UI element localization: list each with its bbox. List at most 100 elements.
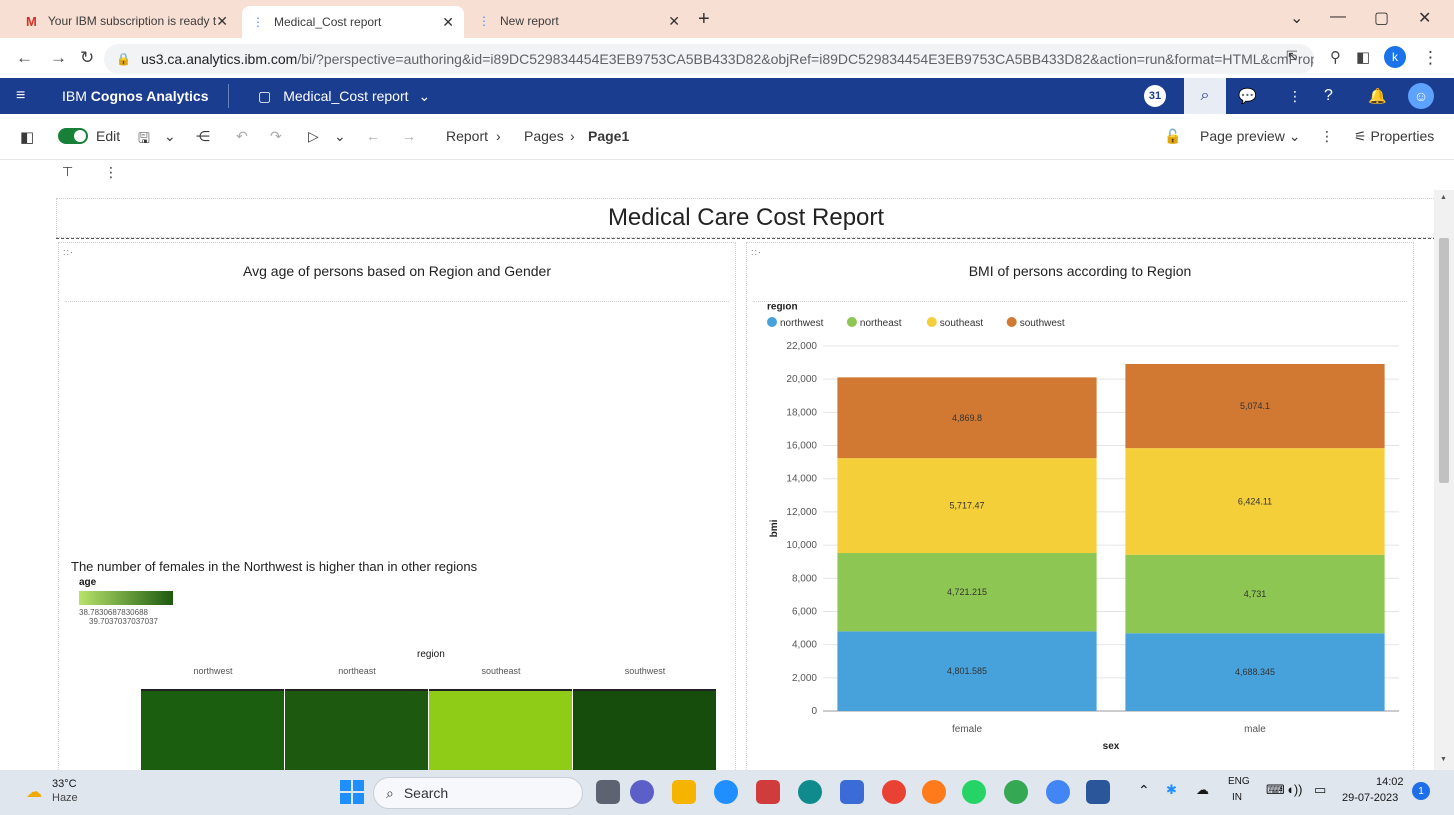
legend-min: 38.7830687830688 (79, 608, 148, 617)
filter-icon[interactable]: ⊤ (62, 164, 73, 180)
minimize-icon[interactable]: — (1330, 8, 1346, 26)
lock-icon[interactable]: 🔓 (1164, 128, 1181, 145)
report-switcher[interactable]: ▢ Medical_Cost report ⌄ (258, 78, 430, 114)
authoring-toolbar: ◧ Edit 🖫 ⌄ ⋲ ↶ ↷ ▷ ⌄ ← → Report › Pages … (0, 114, 1454, 160)
firefox-icon[interactable] (922, 780, 946, 804)
panel-toggle-icon[interactable]: ◧ (20, 128, 34, 146)
tab-new-report[interactable]: ⋮ New report ✕ (468, 6, 690, 36)
save-icon[interactable]: 🖫 (138, 128, 150, 152)
weather-temp: 33°C (52, 778, 77, 790)
word-icon[interactable] (1086, 780, 1110, 804)
sidebar-icon[interactable]: ◧ (1356, 48, 1370, 66)
secondary-toolbar: ⊤ ⋮ (0, 160, 1454, 190)
heatmap-cell[interactable] (141, 689, 284, 770)
heatmap-cell[interactable] (429, 689, 572, 770)
user-icon[interactable]: ☺ (1408, 83, 1434, 109)
language-top[interactable]: ENG (1228, 776, 1250, 787)
legend-label: northwest (780, 318, 824, 329)
chat-icon[interactable] (630, 780, 654, 804)
data-label: 4,731 (1244, 589, 1267, 599)
volume-icon[interactable]: ◖)) (1286, 782, 1303, 797)
tab-gmail[interactable]: M Your IBM subscription is ready to ✕ (16, 6, 238, 36)
redo-icon[interactable]: ↷ (270, 128, 282, 145)
brand-name: Cognos Analytics (90, 88, 209, 104)
y-tick-label: 16,000 (786, 441, 817, 452)
edit-label: Edit (96, 128, 121, 144)
close-icon[interactable]: ✕ (668, 13, 680, 30)
help-app-icon[interactable] (714, 780, 738, 804)
drag-handle-icon[interactable]: ::· (63, 247, 74, 257)
properties-button[interactable]: ⚟ Properties (1354, 128, 1434, 145)
close-icon[interactable]: ✕ (216, 13, 228, 30)
back-arrow-icon[interactable]: ← (366, 128, 380, 144)
comment-icon[interactable]: 💬 (1238, 78, 1257, 114)
network-icon[interactable]: ⌨ (1266, 782, 1285, 798)
url-field[interactable]: 🔒 us3.ca.analytics.ibm.com/bi/?perspecti… (104, 44, 1314, 74)
clock-time[interactable]: 14:02 (1376, 776, 1404, 788)
forward-arrow-icon[interactable]: → (402, 128, 416, 144)
notifications-count-badge[interactable]: 31 (1144, 78, 1166, 114)
forward-arrow-icon[interactable]: → (50, 48, 67, 68)
vertical-scrollbar[interactable]: ▲ ▼ (1434, 190, 1454, 770)
more-options-icon[interactable]: ⋮ (1288, 78, 1302, 114)
mcafee-icon[interactable] (756, 780, 780, 804)
edit-toggle[interactable] (58, 128, 88, 144)
scroll-down-icon[interactable]: ▼ (1440, 756, 1447, 763)
page-preview-dropdown[interactable]: Page preview ⌄ (1200, 128, 1300, 145)
share-icon[interactable]: ⇱ (1286, 48, 1298, 65)
sliders-icon: ⚟ (1354, 128, 1367, 144)
restore-icon[interactable]: ▢ (1374, 8, 1389, 28)
undo-icon[interactable]: ↶ (236, 128, 248, 145)
close-icon[interactable]: ✕ (442, 14, 454, 31)
drag-handle-icon[interactable]: ::· (751, 247, 762, 257)
search-icon[interactable]: ⌕ (1184, 78, 1226, 114)
new-tab-button[interactable]: + (698, 8, 710, 31)
more-options-icon[interactable]: ⋮ (1320, 128, 1334, 145)
battery-icon[interactable]: ▭ (1314, 782, 1326, 798)
gmail-icon: M (26, 14, 37, 29)
onedrive-icon[interactable]: ☁ (1196, 782, 1209, 798)
heatmap-cell[interactable] (285, 689, 428, 770)
hamburger-menu-icon[interactable]: ≡ (16, 78, 25, 114)
data-label: 4,801.585 (947, 666, 987, 676)
chrome-profile-icon[interactable] (1004, 780, 1028, 804)
reload-icon[interactable]: ↻ (80, 48, 94, 68)
edge-icon[interactable] (798, 780, 822, 804)
file-explorer-icon[interactable] (672, 780, 696, 804)
bmi-chart-panel[interactable]: ::· BMI of persons according to Region r… (746, 242, 1414, 770)
run-icon[interactable]: ▷ (308, 128, 319, 145)
breadcrumb-pages[interactable]: Pages (524, 128, 564, 144)
windows-start-icon[interactable] (340, 780, 364, 804)
cognos-icon: ⋮ (252, 15, 264, 29)
window-close-icon[interactable]: ✕ (1418, 8, 1431, 28)
chevron-down-icon[interactable]: ⌄ (1290, 8, 1303, 28)
store-icon[interactable] (840, 780, 864, 804)
y-tick-label: 6,000 (792, 606, 817, 617)
notification-badge[interactable]: 1 (1412, 782, 1430, 800)
profile-avatar[interactable]: k (1384, 46, 1406, 68)
browser-menu-icon[interactable]: ⋮ (1422, 48, 1439, 68)
whatsapp-icon[interactable] (962, 780, 986, 804)
breadcrumb-report[interactable]: Report (446, 128, 488, 144)
chevron-down-icon[interactable]: ⌄ (164, 128, 176, 145)
chevron-up-icon[interactable]: ⌃ (1138, 782, 1150, 799)
bell-icon[interactable]: 🔔 (1368, 78, 1387, 114)
help-icon[interactable]: ? (1324, 78, 1333, 114)
taskbar-search[interactable]: ⌕ Search (373, 777, 583, 809)
more-options-icon[interactable]: ⋮ (104, 164, 118, 181)
extensions-icon[interactable]: ⚲ (1330, 48, 1341, 66)
share-icon[interactable]: ⋲ (196, 128, 210, 145)
tab-medical-cost-report[interactable]: ⋮ Medical_Cost report ✕ (242, 6, 464, 38)
weather-icon[interactable]: ☁ (26, 782, 42, 802)
chrome-icon[interactable] (882, 780, 906, 804)
bluetooth-icon[interactable]: ✱ (1166, 782, 1177, 798)
heatmap-cell[interactable] (573, 689, 716, 770)
scroll-up-icon[interactable]: ▲ (1440, 194, 1447, 201)
chevron-down-icon[interactable]: ⌄ (334, 128, 346, 145)
back-arrow-icon[interactable]: ← (16, 48, 33, 68)
lock-icon: 🔒 (116, 52, 131, 66)
chrome-active-icon[interactable] (1046, 780, 1070, 804)
task-view-icon[interactable] (596, 780, 620, 804)
age-heatmap-panel[interactable]: ::· Avg age of persons based on Region a… (58, 242, 736, 770)
scrollbar-thumb[interactable] (1439, 238, 1449, 483)
